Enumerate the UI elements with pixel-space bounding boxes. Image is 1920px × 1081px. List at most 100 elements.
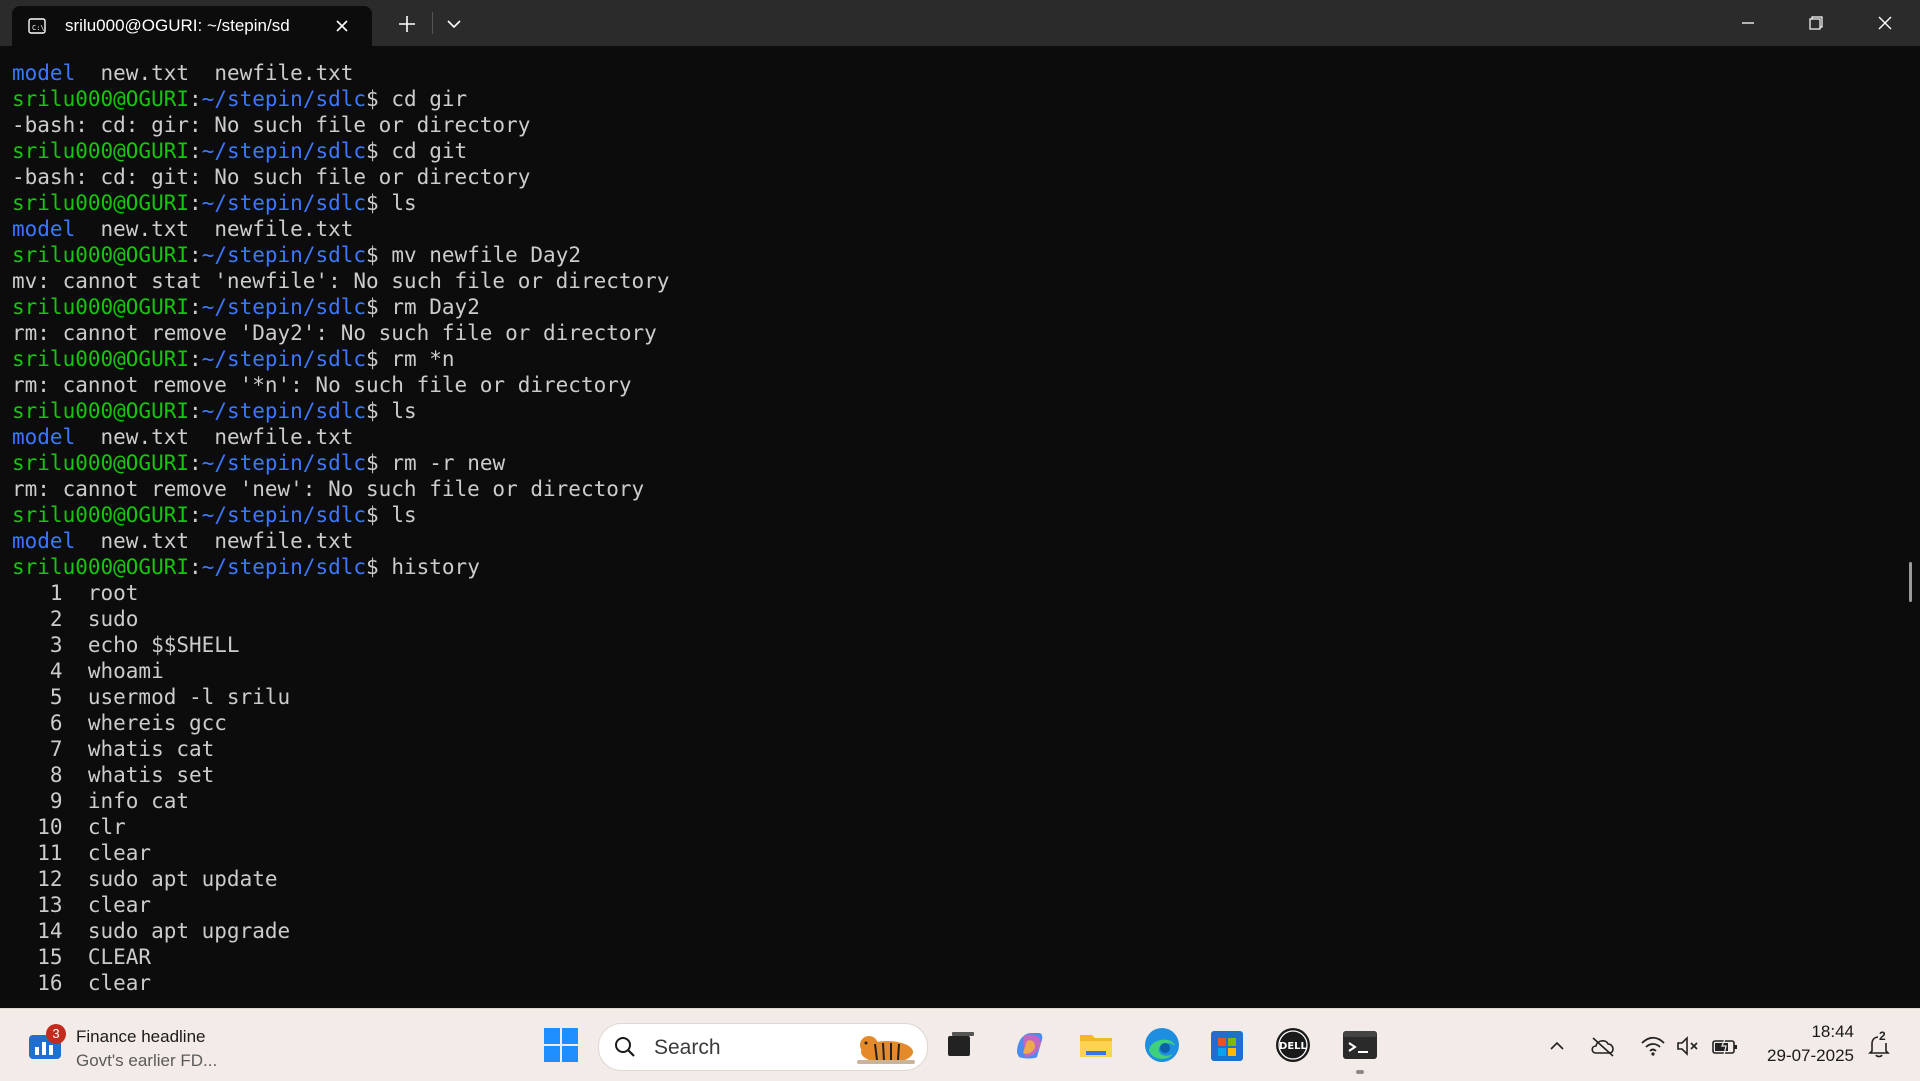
terminal-line: 3 echo $$SHELL — [12, 632, 669, 658]
history-command: clear — [87, 893, 152, 917]
taskbar-dell[interactable]: DELL — [1269, 1021, 1317, 1069]
chevron-down-icon[interactable] — [440, 10, 468, 38]
output-text: rm: cannot remove '*n': No such file or … — [12, 373, 632, 397]
terminal-line: model new.txt newfile.txt — [12, 216, 669, 242]
terminal-line: 12 sudo apt update — [12, 866, 669, 892]
terminal-line: 5 usermod -l srilu — [12, 684, 669, 710]
terminal-line: model new.txt newfile.txt — [12, 528, 669, 554]
ls-file: new.txt — [100, 425, 190, 449]
tray-wifi[interactable] — [1638, 1031, 1668, 1061]
history-number: 9 — [49, 789, 63, 813]
history-command: sudo — [87, 607, 139, 631]
taskbar-store[interactable] — [1203, 1021, 1251, 1069]
command-text: rm -r new — [391, 451, 506, 475]
terminal-line: rm: cannot remove 'new': No such file or… — [12, 476, 669, 502]
history-number: 4 — [49, 659, 63, 683]
prompt-path: ~/stepin/sdlc — [201, 87, 367, 111]
widget-subtitle: Govt's earlier FD... — [76, 1051, 218, 1070]
ls-file: new.txt — [100, 61, 190, 85]
terminal-line: mv: cannot stat 'newfile': No such file … — [12, 268, 669, 294]
taskbar-search[interactable]: Search — [598, 1023, 928, 1071]
history-number: 8 — [49, 763, 63, 787]
tray-battery[interactable] — [1710, 1031, 1740, 1061]
terminal-line: srilu000@OGURI:~/stepin/sdlc$ cd gir — [12, 87, 468, 111]
notification-center[interactable]: 2 — [1864, 1029, 1894, 1061]
terminal-line: -bash: cd: gir: No such file or director… — [12, 112, 669, 138]
active-app-indicator — [1356, 1070, 1364, 1074]
terminal-line: 6 whereis gcc — [12, 710, 669, 736]
tab-separator — [432, 12, 433, 34]
command-text: cd gir — [391, 87, 468, 111]
history-number: 2 — [49, 607, 63, 631]
new-tab-icon[interactable] — [393, 10, 421, 38]
tray-onedrive[interactable] — [1588, 1031, 1618, 1061]
command-text: rm Day2 — [391, 295, 480, 319]
start-button[interactable] — [537, 1021, 585, 1069]
prompt-path: ~/stepin/sdlc — [201, 243, 367, 267]
widget-badge: 3 — [46, 1024, 66, 1044]
history-number: 13 — [37, 893, 63, 917]
terminal-line: srilu000@OGURI:~/stepin/sdlc$ cd git — [12, 139, 468, 163]
command-text: ls — [391, 399, 417, 423]
tray-volume[interactable] — [1673, 1031, 1703, 1061]
command-text: mv newfile Day2 — [391, 243, 581, 267]
windows-logo-icon — [544, 1028, 578, 1062]
terminal-tab[interactable]: C:\ srilu000@OGURI: ~/stepin/sd — [12, 6, 372, 46]
taskbar-copilot[interactable] — [1005, 1021, 1053, 1069]
terminal-line: srilu000@OGURI:~/stepin/sdlc$ ls — [12, 503, 417, 527]
prompt-user: srilu000@OGURI — [12, 295, 190, 319]
terminal-line: 11 clear — [12, 840, 669, 866]
history-number: 12 — [37, 867, 63, 891]
minimize-icon — [1742, 22, 1754, 24]
output-text: rm: cannot remove 'Day2': No such file o… — [12, 321, 657, 345]
tab-title: srilu000@OGURI: ~/stepin/sd — [65, 16, 290, 35]
command-text: rm *n — [391, 347, 455, 371]
history-number: 15 — [37, 945, 63, 969]
terminal-app-icon — [1343, 1031, 1377, 1059]
edge-browser-icon — [1145, 1028, 1179, 1062]
terminal-line: srilu000@OGURI:~/stepin/sdlc$ mv newfile… — [12, 243, 581, 267]
svg-text:DELL: DELL — [1279, 1041, 1308, 1052]
scrollbar-thumb[interactable] — [1909, 562, 1912, 602]
show-hidden-icons[interactable] — [1542, 1031, 1572, 1061]
taskbar-terminal[interactable] — [1336, 1021, 1384, 1069]
tab-close-icon[interactable] — [332, 16, 352, 36]
history-number: 10 — [37, 815, 63, 839]
history-command: clr — [87, 815, 126, 839]
taskbar-file-explorer[interactable] — [1072, 1021, 1120, 1069]
terminal-output[interactable]: model new.txt newfile.txt srilu000@OGURI:… — [0, 46, 1920, 1008]
prompt-path: ~/stepin/sdlc — [201, 503, 367, 527]
terminal-line: model new.txt newfile.txt — [12, 424, 669, 450]
taskbar-task-view[interactable] — [936, 1021, 984, 1069]
close-icon — [1878, 16, 1892, 30]
history-number: 3 — [49, 633, 63, 657]
history-command: whatis cat — [87, 737, 215, 761]
ls-file: newfile.txt — [214, 61, 354, 85]
terminal-line: 1 root — [12, 580, 669, 606]
prompt-user: srilu000@OGURI — [12, 87, 190, 111]
terminal-line: 4 whoami — [12, 658, 669, 684]
prompt-path: ~/stepin/sdlc — [201, 347, 367, 371]
taskbar-clock[interactable]: 18:44 29-07-2025 — [1754, 1022, 1854, 1070]
ls-file: new.txt — [100, 529, 190, 553]
terminal-line: srilu000@OGURI:~/stepin/sdlc$ rm Day2 — [12, 295, 480, 319]
clock-time: 18:44 — [1811, 1022, 1854, 1041]
wifi-icon — [1641, 1036, 1665, 1056]
news-widget[interactable]: 3 Finance headline Govt's earlier FD... — [28, 1021, 248, 1071]
minimize-button[interactable] — [1714, 0, 1782, 46]
terminal-tab-icon: C:\ — [28, 18, 46, 34]
terminal-line: model new.txt newfile.txt — [12, 60, 669, 86]
restore-button[interactable] — [1782, 0, 1850, 46]
prompt-path: ~/stepin/sdlc — [201, 555, 367, 579]
history-command: sudo apt update — [87, 867, 278, 891]
history-command: echo $$SHELL — [87, 633, 240, 657]
title-bar: C:\ srilu000@OGURI: ~/stepin/sd — [0, 0, 1920, 46]
close-button[interactable] — [1851, 0, 1919, 46]
taskbar-edge[interactable] — [1138, 1021, 1186, 1069]
ls-directory: model — [12, 61, 76, 85]
output-text: -bash: cd: gir: No such file or director… — [12, 113, 531, 137]
ls-directory: model — [12, 529, 76, 553]
search-placeholder: Search — [654, 1036, 721, 1059]
history-command: whatis set — [87, 763, 215, 787]
ls-directory: model — [12, 217, 76, 241]
